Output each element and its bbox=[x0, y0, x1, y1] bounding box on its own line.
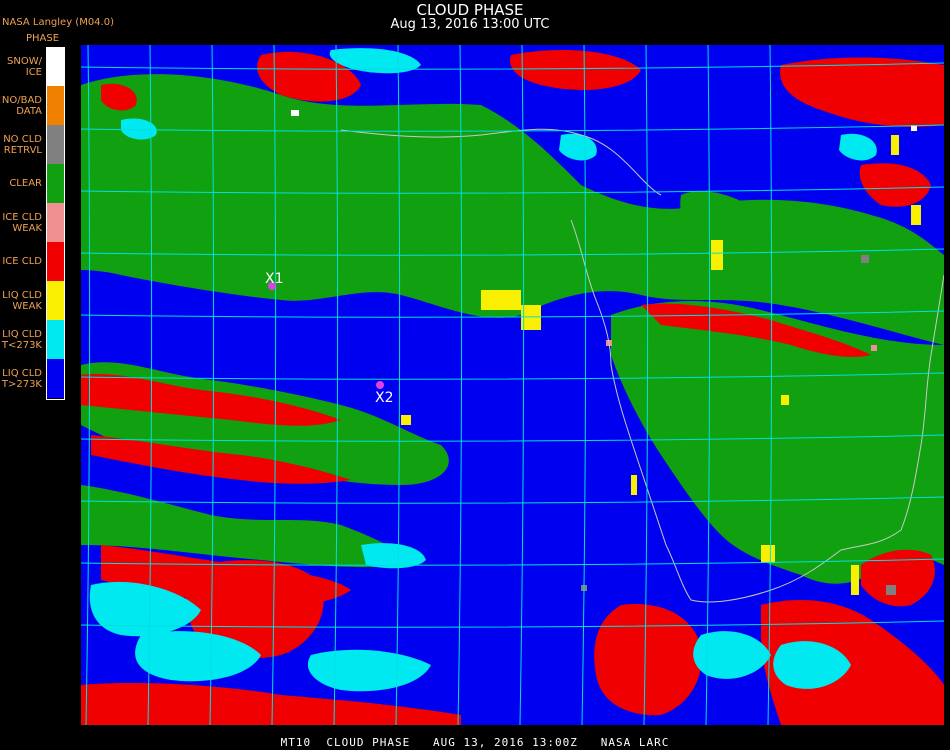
legend-label: LIQ CLD T>273K bbox=[1, 367, 42, 390]
legend-swatch bbox=[46, 203, 65, 242]
legend-item-no-bad-data: NO/BAD DATA bbox=[0, 86, 66, 125]
cloud-phase-map: X1 X2 bbox=[81, 45, 944, 725]
page-title: CLOUD PHASE bbox=[416, 1, 524, 19]
footer-caption: MT10 CLOUD PHASE AUG 13, 2016 13:00Z NAS… bbox=[280, 736, 670, 749]
cloud-phase-viewer: CLOUD PHASE Aug 13, 2016 13:00 UTC NASA … bbox=[0, 0, 950, 750]
phase-legend: SNOW/ ICE NO/BAD DATA NO CLD RETRVL CLEA… bbox=[0, 47, 66, 400]
legend-item-ice-cld-weak: ICE CLD WEAK bbox=[0, 203, 66, 242]
source-label: NASA Langley (M04.0) bbox=[2, 17, 114, 28]
legend-item-no-cld-retrvl: NO CLD RETRVL bbox=[0, 125, 66, 164]
legend-label: ICE CLD bbox=[2, 256, 42, 267]
legend-label: LIQ CLD T<273K bbox=[1, 328, 42, 351]
page-subtitle: Aug 13, 2016 13:00 UTC bbox=[390, 17, 550, 32]
legend-swatch bbox=[46, 359, 65, 398]
legend-swatch bbox=[46, 47, 65, 86]
legend-label: NO CLD RETRVL bbox=[3, 133, 42, 156]
legend-title: PHASE bbox=[25, 33, 60, 44]
legend-item-liq-cld-weak: LIQ CLD WEAK bbox=[0, 281, 66, 320]
legend-item-clear: CLEAR bbox=[0, 164, 66, 203]
legend-swatch bbox=[46, 242, 65, 281]
legend-swatch bbox=[46, 86, 65, 125]
legend-swatch bbox=[46, 320, 65, 359]
legend-label: ICE CLD WEAK bbox=[2, 211, 42, 234]
legend-label: CLEAR bbox=[9, 178, 42, 189]
legend-label: LIQ CLD WEAK bbox=[2, 289, 42, 312]
marker-x1-label: X1 bbox=[265, 271, 284, 287]
marker-x2-dot bbox=[376, 381, 384, 389]
legend-swatch bbox=[46, 281, 65, 320]
legend-item-ice-cld: ICE CLD bbox=[0, 242, 66, 281]
legend-label: NO/BAD DATA bbox=[1, 94, 42, 117]
legend-item-snow-ice: SNOW/ ICE bbox=[0, 47, 66, 86]
legend-swatch bbox=[46, 164, 65, 203]
legend-swatch bbox=[46, 125, 65, 164]
legend-item-liq-cld-cold: LIQ CLD T<273K bbox=[0, 320, 66, 359]
legend-item-liq-cld-warm: LIQ CLD T>273K bbox=[0, 359, 66, 398]
legend-label: SNOW/ ICE bbox=[7, 55, 42, 78]
marker-x2-label: X2 bbox=[375, 390, 394, 406]
